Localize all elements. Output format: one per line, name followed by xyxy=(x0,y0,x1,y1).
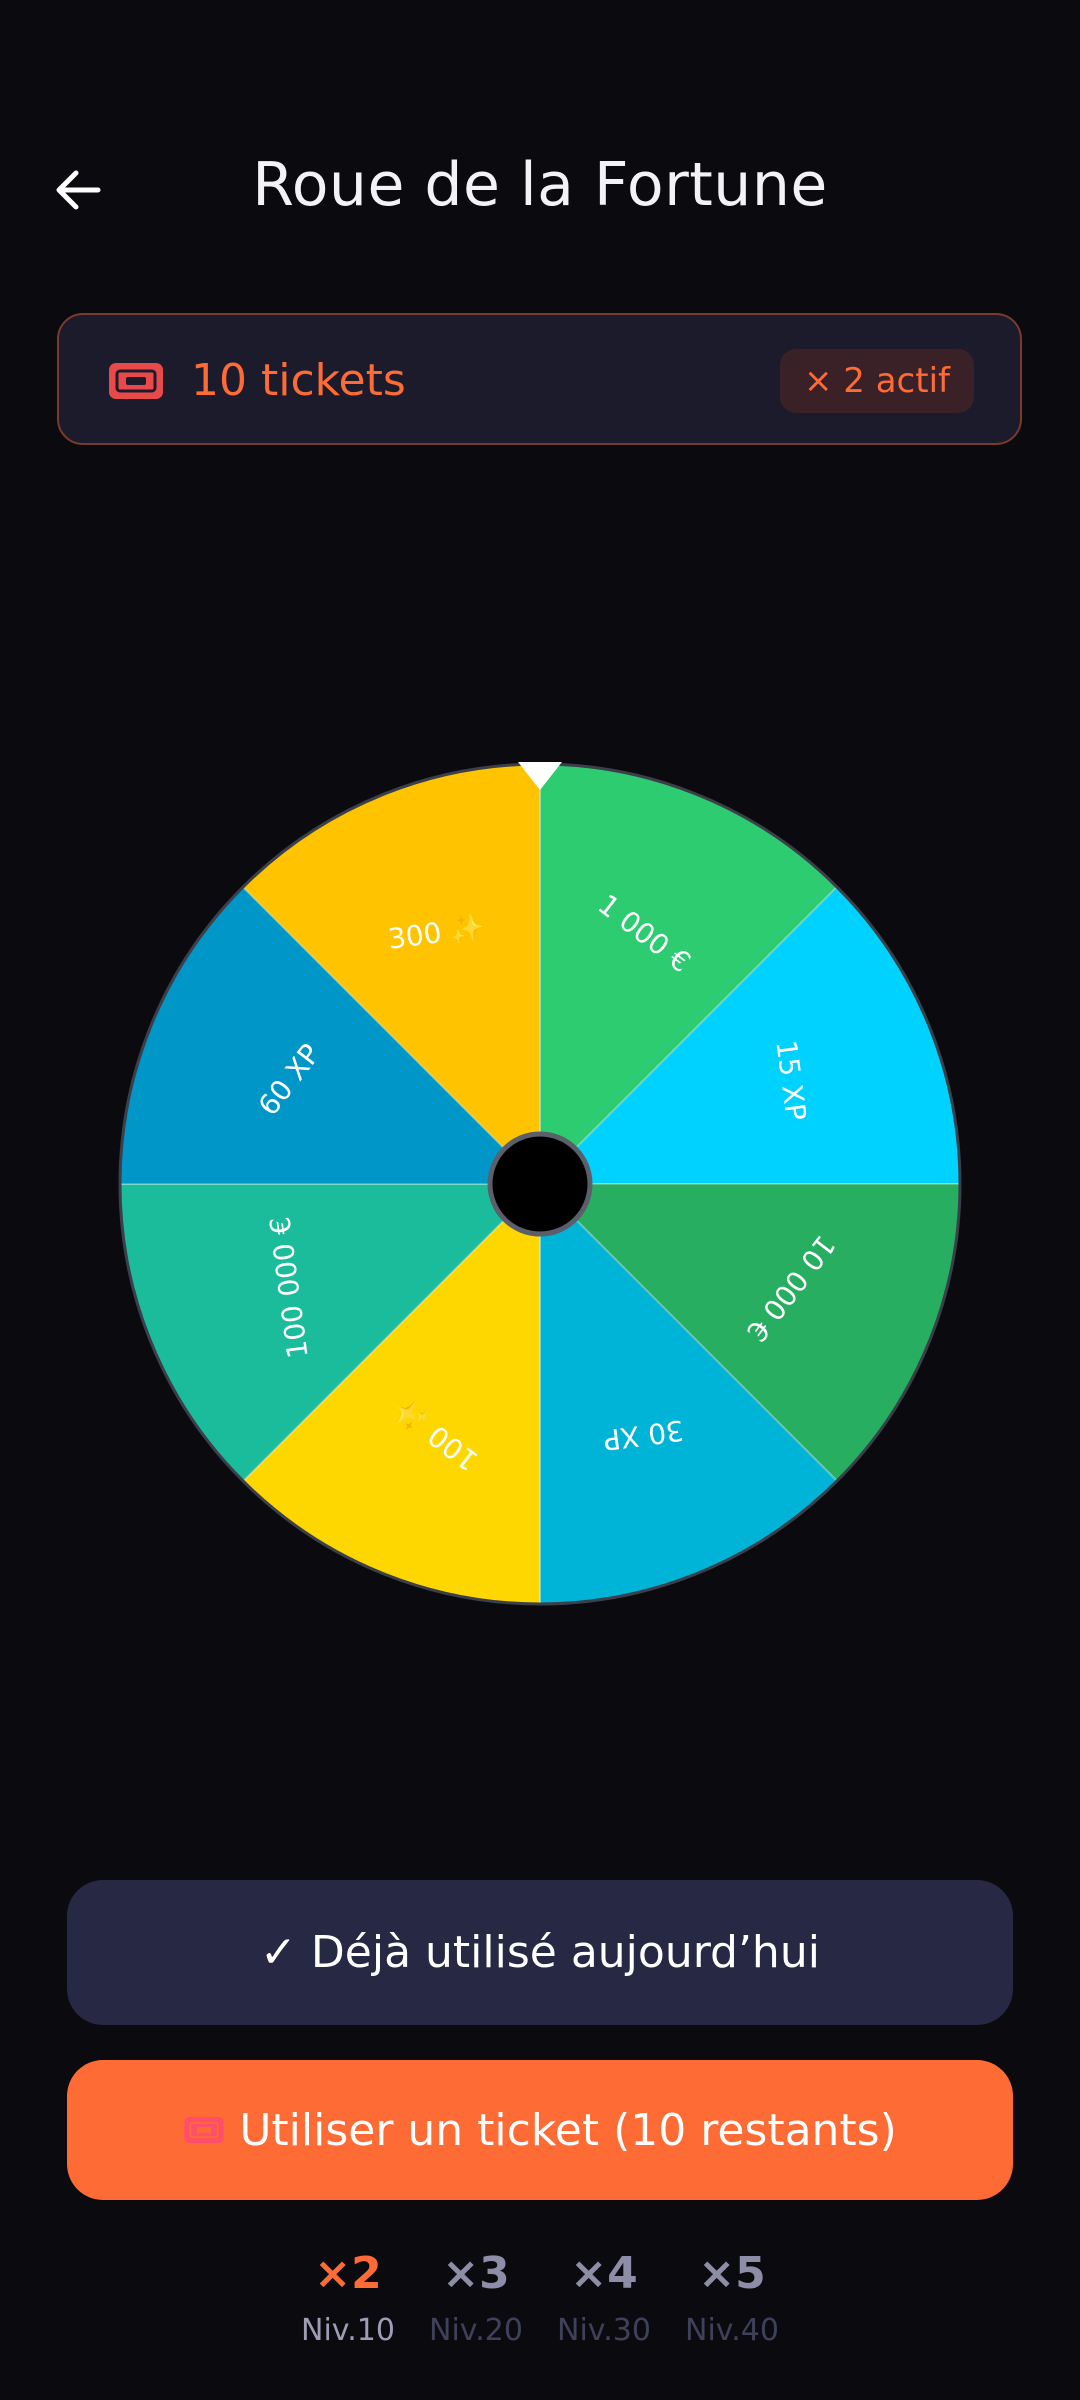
level-item-x4: ×4 Niv.30 xyxy=(554,2245,654,2353)
level-requirement: Niv.10 xyxy=(301,2313,395,2348)
screen: Roue de la Fortune 10 tickets × 2 actif … xyxy=(0,0,1080,2400)
wheel-svg: 1 000 €15 XP10 000 €30 XP100 ✨100 000 €6… xyxy=(118,762,962,1606)
level-item-x3: ×3 Niv.20 xyxy=(426,2245,526,2353)
ticket-balance-card: 10 tickets × 2 actif xyxy=(57,313,1022,445)
level-multiplier: ×5 xyxy=(698,2248,766,2299)
fortune-wheel[interactable]: 1 000 €15 XP 10 000 €30 XP 100 ✨ 100 000 €6… xyxy=(116,760,964,1608)
level-item-x2: ×2 Niv.10 xyxy=(298,2245,398,2353)
already-used-button[interactable]: ✓ Déjà utilisé aujourd’hui xyxy=(67,1880,1013,2025)
use-ticket-label: Utiliser un ticket (10 restants) xyxy=(239,2104,897,2156)
use-ticket-button[interactable]: Utiliser un ticket (10 restants) xyxy=(67,2060,1013,2200)
level-requirement: Niv.40 xyxy=(685,2313,779,2348)
multiplier-badge: × 2 actif xyxy=(779,349,974,413)
ticket-icon xyxy=(184,2116,224,2144)
level-item-x5: ×5 Niv.40 xyxy=(682,2245,782,2353)
level-requirement: Niv.30 xyxy=(557,2313,651,2348)
level-multiplier: ×2 xyxy=(314,2248,382,2299)
page-title: Roue de la Fortune xyxy=(252,150,828,220)
level-multiplier: ×4 xyxy=(570,2248,638,2299)
header: Roue de la Fortune xyxy=(0,130,1080,250)
level-multiplier: ×3 xyxy=(442,2248,510,2299)
ticket-icon xyxy=(109,363,163,399)
level-requirement: Niv.20 xyxy=(429,2313,523,2348)
multiplier-levels: ×2 Niv.10 ×3 Niv.20 ×4 Niv.30 ×5 Niv.40 xyxy=(0,2245,1080,2353)
wheel-hub xyxy=(487,1131,593,1237)
ticket-count: 10 tickets xyxy=(191,355,406,406)
already-used-label: ✓ Déjà utilisé aujourd’hui xyxy=(260,1927,820,1978)
